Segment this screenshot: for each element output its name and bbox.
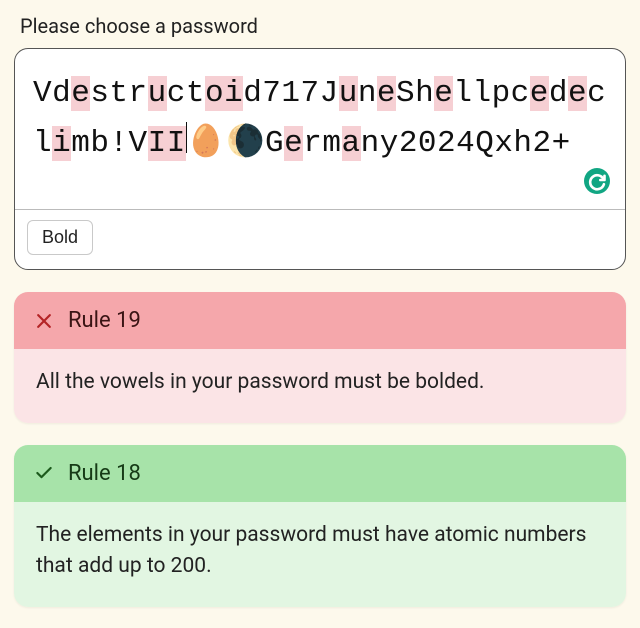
bold-button[interactable]: Bold [27, 220, 93, 255]
rule-header: Rule 19 [14, 292, 626, 349]
grammarly-icon[interactable] [583, 167, 611, 195]
prompt-label: Please choose a password [20, 14, 626, 38]
editor-toolbar: Bold [15, 209, 625, 269]
rule-text: The elements in your password must have … [14, 502, 626, 607]
check-icon [34, 463, 54, 483]
rule-title: Rule 18 [68, 461, 141, 486]
rule-text: All the vowels in your password must be … [14, 349, 626, 423]
x-icon [34, 311, 54, 331]
rule-header: Rule 18 [14, 445, 626, 502]
rule-title: Rule 19 [68, 308, 141, 333]
password-editor: Vdestructoid717JuneShellpcedeclimb!VII🥚🌘… [14, 48, 626, 270]
rule-card-19: Rule 19 All the vowels in your password m… [14, 292, 626, 423]
password-input[interactable]: Vdestructoid717JuneShellpcedeclimb!VII🥚🌘… [15, 49, 625, 209]
rule-card-18: Rule 18 The elements in your password mus… [14, 445, 626, 607]
password-text[interactable]: Vdestructoid717JuneShellpcedeclimb!VII🥚🌘… [33, 69, 607, 168]
